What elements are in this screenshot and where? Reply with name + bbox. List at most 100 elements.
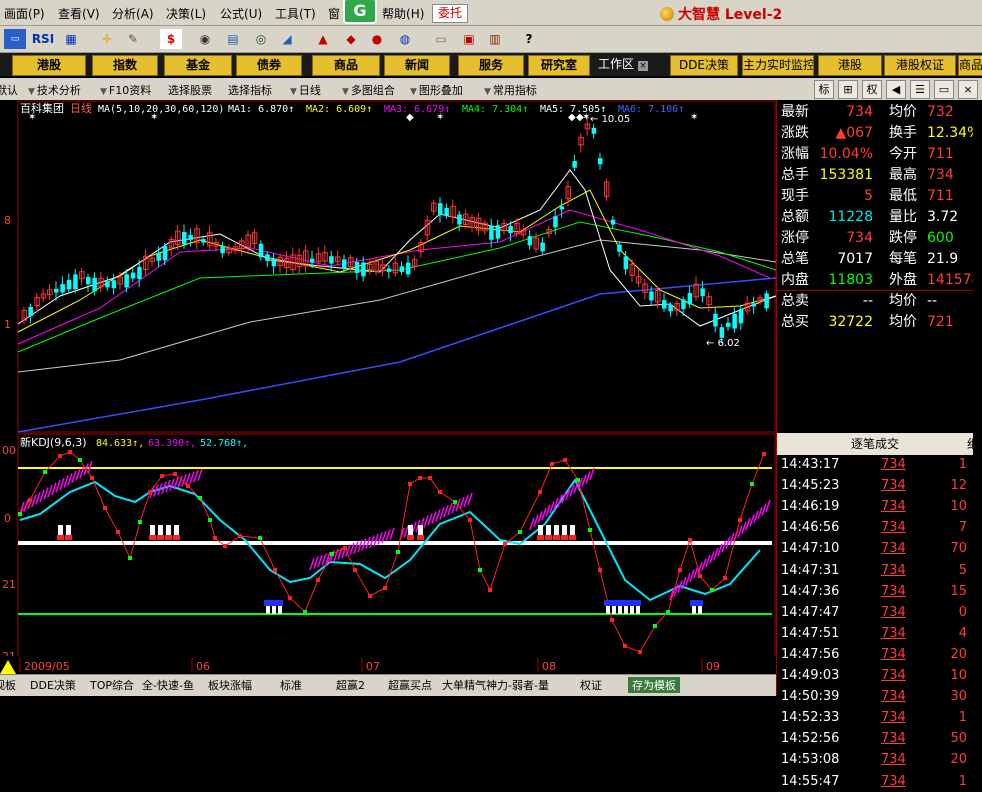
crosshair-icon[interactable]: ✛: [96, 29, 118, 49]
nav-service[interactable]: 服务: [458, 55, 524, 76]
menu-bar: 画面(P) 查看(V) 分析(A) 决策(L) 公式(U) 工具(T) 窗 G …: [0, 0, 982, 26]
bottom-tab[interactable]: TOP综合: [90, 677, 134, 693]
stock-chart[interactable]: 百科集团 日线 MA(5,10,20,30,60,120) MA1: 6.870…: [0, 100, 776, 696]
bottom-tab[interactable]: DDE决策: [30, 677, 76, 693]
kdj-point: [638, 650, 642, 654]
chart-icon[interactable]: ▤: [222, 29, 244, 49]
menu-help[interactable]: 帮助(H): [382, 5, 424, 22]
candle-body: [751, 303, 757, 307]
tab-back-icon[interactable]: ◀: [886, 80, 906, 99]
alert-icon[interactable]: ▲: [312, 29, 334, 49]
tick-trades-header[interactable]: 逐笔成交 细: [777, 433, 982, 455]
tab-close-icon[interactable]: ×: [958, 80, 978, 99]
sub-f10[interactable]: ▼ F10资料: [100, 82, 151, 98]
trade-time: 14:52:33: [781, 710, 840, 726]
trade-volume: 0: [958, 604, 967, 620]
screen-icon[interactable]: ▭: [4, 29, 26, 49]
signal-bar: [570, 525, 575, 535]
bottom-tab[interactable]: 全-快速-鱼: [142, 677, 194, 693]
binoculars-icon[interactable]: ◎: [250, 29, 272, 49]
bottom-tab[interactable]: 权证: [580, 677, 602, 693]
menu-decision[interactable]: 决策(L): [166, 5, 206, 22]
nav-main-monitor[interactable]: 主力实时监控: [742, 55, 814, 76]
menu-view[interactable]: 查看(V): [58, 5, 100, 22]
trade-time: 14:49:03: [781, 668, 840, 683]
nav-hk-warrant[interactable]: 港股权证: [884, 55, 956, 76]
rsi-button[interactable]: RSI: [30, 29, 56, 49]
trade-time: 14:46:19: [781, 499, 840, 515]
kdj-point: [173, 472, 177, 476]
trade-price: 734: [881, 731, 906, 747]
signal-bar-base: [545, 535, 552, 540]
books-icon[interactable]: ▥: [484, 29, 506, 49]
menu-formula[interactable]: 公式(U): [220, 5, 262, 22]
ruler-icon[interactable]: ✎: [122, 29, 144, 49]
trade-button[interactable]: 委托: [432, 4, 468, 23]
note-icon[interactable]: ▭: [430, 29, 452, 49]
dollar-icon[interactable]: $: [160, 29, 182, 49]
sub-multi-chart[interactable]: ▼ 多图组合: [342, 82, 395, 98]
bottom-tab[interactable]: 存为模板: [628, 677, 680, 693]
nav-commodity[interactable]: 商品: [312, 55, 380, 76]
candle-body: [726, 322, 731, 327]
nav-fund[interactable]: 基金: [164, 55, 232, 76]
kdj-point: [762, 452, 766, 456]
trade-row: 14:47:10 734 70: [781, 538, 979, 559]
menu-screen[interactable]: 画面(P): [4, 5, 45, 22]
tab-label-icon[interactable]: 标: [814, 80, 834, 99]
globe-icon[interactable]: ◍: [394, 29, 416, 49]
sub-default[interactable]: 默认: [0, 82, 18, 98]
kdj-point: [303, 610, 307, 614]
bottom-tab[interactable]: 超赢2: [336, 677, 365, 693]
signal-bar-base: [157, 535, 164, 540]
trade-time: 14:47:31: [781, 562, 840, 578]
diamond-icon[interactable]: ◆: [340, 29, 362, 49]
compare-icon[interactable]: ◉: [194, 29, 216, 49]
nav-commodity-2[interactable]: 商品: [958, 55, 982, 76]
sub-select-stock[interactable]: 选择股票: [168, 82, 212, 98]
trade-row: 14:47:56 734 20: [781, 644, 979, 665]
window-icon[interactable]: ▣: [458, 29, 480, 49]
grid-icon[interactable]: ▦: [60, 29, 82, 49]
trade-volume: 10: [950, 499, 967, 515]
bottom-tab[interactable]: 大单精气神力-弱者-量: [442, 677, 549, 693]
menu-analysis[interactable]: 分析(A): [112, 5, 154, 22]
tab-grid-icon[interactable]: ⊞: [838, 80, 858, 99]
menu-tools[interactable]: 工具(T): [275, 5, 316, 22]
tab-right-icon[interactable]: 权: [862, 80, 882, 99]
kdj-point: [353, 568, 357, 572]
megaphone-icon[interactable]: ◢: [276, 29, 298, 49]
nav-hk-stocks[interactable]: 港股: [12, 55, 86, 76]
tab-minimize-icon[interactable]: ▭: [934, 80, 954, 99]
sub-common-indicator[interactable]: ▼ 常用指标: [484, 82, 537, 98]
quote-label: 涨幅: [781, 146, 809, 162]
kdj-point: [698, 574, 702, 578]
nav-hk-stocks-2[interactable]: 港股: [818, 55, 882, 76]
workarea-label[interactable]: 工作区 ×: [598, 55, 666, 74]
trade-volume: 4: [958, 625, 967, 641]
bottom-tab[interactable]: 超赢买点: [388, 677, 432, 693]
nav-research[interactable]: 研究室: [528, 55, 590, 76]
sub-tech-analysis[interactable]: ▼ 技术分析: [28, 82, 81, 98]
nav-index[interactable]: 指数: [92, 55, 158, 76]
stock-icon[interactable]: ●: [366, 29, 388, 49]
sub-select-indicator[interactable]: 选择指标: [228, 82, 272, 98]
bottom-tab[interactable]: 标准: [280, 677, 302, 693]
bottom-tab[interactable]: 观板: [0, 677, 16, 693]
tab-list-icon[interactable]: ☰: [910, 80, 930, 99]
sub-overlay[interactable]: ▼ 图形叠加: [410, 82, 463, 98]
x-tick-label: 08: [542, 660, 556, 673]
bottom-tab[interactable]: 板块涨幅: [208, 677, 252, 693]
sub-daily[interactable]: ▼ 日线: [290, 82, 321, 98]
close-icon[interactable]: ×: [638, 61, 649, 71]
signal-bar-base: [149, 535, 156, 540]
quote-label: 外盘: [889, 272, 917, 288]
help-pointer-icon[interactable]: ?: [518, 29, 540, 49]
trade-price: 734: [881, 689, 906, 705]
menu-window[interactable]: 窗: [328, 5, 340, 22]
nav-bond[interactable]: 债券: [236, 55, 302, 76]
nav-news[interactable]: 新闻: [384, 55, 450, 76]
quote-row: 涨幅 10.04% 今开 711: [781, 144, 979, 165]
nav-dde[interactable]: DDE决策: [670, 55, 738, 76]
kdj-point: [738, 518, 742, 522]
